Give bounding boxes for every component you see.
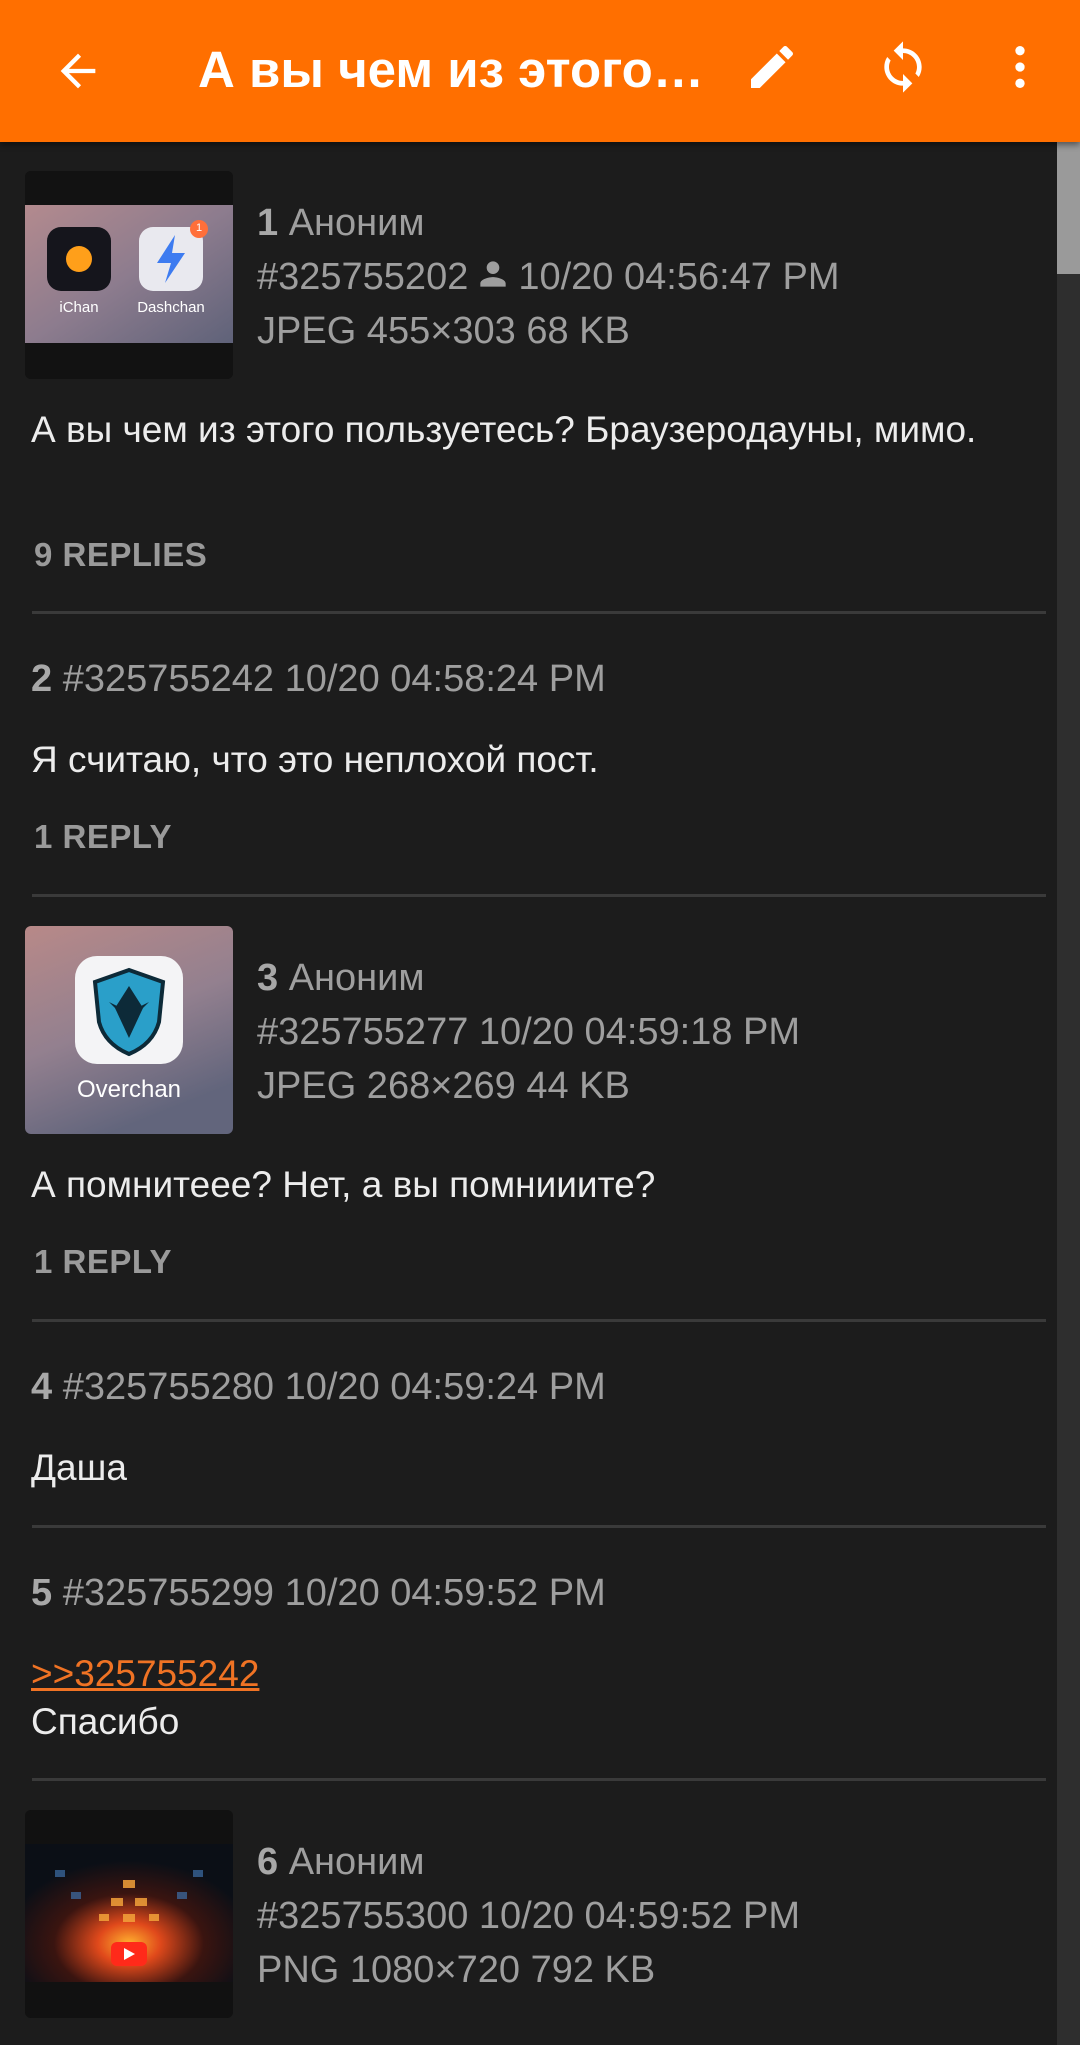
post-id[interactable]: #325755300 xyxy=(257,1895,468,1937)
post-number[interactable]: 1 xyxy=(257,202,278,244)
post-header: 2 #325755242 10/20 04:58:24 PM xyxy=(31,652,606,706)
post-header: 5 #325755299 10/20 04:59:52 PM xyxy=(31,1566,606,1620)
poster-name: Аноним xyxy=(288,202,425,244)
file-info: JPEG 268×269 44 KB xyxy=(257,1065,630,1107)
post-5[interactable]: 5 #325755299 10/20 04:59:52 PM >>3257552… xyxy=(0,1528,1050,1779)
post-comment: А вы чем из этого пользуетесь? Браузерод… xyxy=(31,409,977,450)
post-4[interactable]: 4 #325755280 10/20 04:59:24 PM Даша xyxy=(0,1322,1050,1527)
post-header: 3 Аноним #325755277 10/20 04:59:18 PM JP… xyxy=(257,951,800,1113)
file-info: PNG 1080×720 792 KB xyxy=(257,1949,656,1991)
post-6[interactable]: 6 Аноним #325755300 10/20 04:59:52 PM PN… xyxy=(0,1781,1050,2045)
post-time: 10/20 04:58:24 PM xyxy=(284,658,606,700)
post-id[interactable]: #325755277 xyxy=(257,1011,468,1053)
post-time: 10/20 04:59:52 PM xyxy=(478,1895,801,1937)
post-id[interactable]: #325755202 xyxy=(257,256,468,298)
poster-name: Аноним xyxy=(288,1841,425,1883)
thread-title: А вы чем из этого… xyxy=(198,41,704,98)
app-bar: А вы чем из этого… xyxy=(0,0,1080,142)
post-number[interactable]: 3 xyxy=(257,957,278,999)
thumb-label-overchan: Overchan xyxy=(76,1076,182,1103)
post-time: 10/20 04:59:18 PM xyxy=(478,1011,801,1053)
quote-link[interactable]: >>325755242 xyxy=(31,1653,259,1694)
post-thumbnail[interactable] xyxy=(25,1810,233,2018)
scrollbar-track[interactable] xyxy=(1057,142,1080,2045)
app-icons-image xyxy=(25,171,233,379)
post-number[interactable]: 5 xyxy=(31,1572,52,1614)
post-number[interactable]: 4 xyxy=(31,1366,52,1408)
replies-button[interactable]: 9 REPLIES xyxy=(34,536,207,574)
video-burst-image xyxy=(25,1810,233,2018)
scrollbar-thumb[interactable] xyxy=(1057,142,1080,274)
post-comment: Я считаю, что это неплохой пост. xyxy=(31,739,599,780)
pencil-icon xyxy=(751,45,794,88)
replies-button[interactable]: 1 REPLY xyxy=(34,1243,172,1281)
comment-text: Спасибо xyxy=(31,1701,180,1742)
post-header: 4 #325755280 10/20 04:59:24 PM xyxy=(31,1360,606,1414)
file-info: JPEG 455×303 68 KB xyxy=(257,310,630,352)
post-1[interactable]: 1 iChan Dashchan 1 Аноним #325755202 10/2… xyxy=(0,142,1050,612)
refresh-button[interactable] xyxy=(866,30,940,104)
post-comment: А помнитеее? Нет, а вы помнииите? xyxy=(31,1164,656,1205)
back-button[interactable] xyxy=(40,36,116,106)
post-id[interactable]: #325755299 xyxy=(63,1572,274,1614)
post-number[interactable]: 6 xyxy=(257,1841,278,1883)
post-2[interactable]: 2 #325755242 10/20 04:58:24 PM Я считаю,… xyxy=(0,614,1050,896)
replies-button[interactable]: 1 REPLY xyxy=(34,818,172,856)
post-3[interactable]: Overchan 3 Аноним #325755277 10/20 04:59… xyxy=(0,897,1050,1321)
post-id[interactable]: #325755242 xyxy=(63,658,274,700)
post-header: 6 Аноним #325755300 10/20 04:59:52 PM PN… xyxy=(257,1835,800,1997)
post-header: 1 Аноним #325755202 10/20 04:56:47 PM JPE… xyxy=(257,196,839,358)
thumb-label-ichan: iChan xyxy=(59,299,99,316)
thumb-badge: 1 xyxy=(195,222,203,234)
post-time: 10/20 04:56:47 PM xyxy=(518,256,840,298)
thumb-label-dashchan: Dashchan xyxy=(137,299,205,316)
post-comment: Даша xyxy=(31,1447,127,1488)
edit-button[interactable] xyxy=(735,30,809,104)
post-number[interactable]: 2 xyxy=(31,658,52,700)
more-vert-icon xyxy=(1015,46,1025,88)
overflow-menu-button[interactable] xyxy=(990,30,1050,104)
post-comment: >>325755242 Спасибо xyxy=(31,1650,1031,1746)
arrow-back-icon xyxy=(60,53,96,89)
refresh-icon xyxy=(884,41,922,93)
post-time: 10/20 04:59:24 PM xyxy=(284,1366,606,1408)
post-id[interactable]: #325755280 xyxy=(63,1366,274,1408)
post-thumbnail[interactable]: 1 iChan Dashchan xyxy=(25,171,233,379)
post-time: 10/20 04:59:52 PM xyxy=(284,1572,606,1614)
post-thumbnail[interactable]: Overchan xyxy=(25,926,233,1134)
poster-name: Аноним xyxy=(288,957,425,999)
person-icon xyxy=(480,261,507,287)
